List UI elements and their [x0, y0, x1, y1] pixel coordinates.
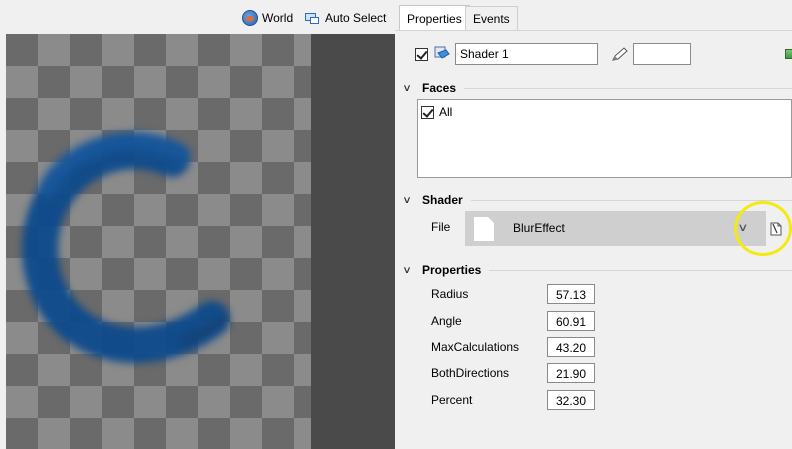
property-row-angle: Angle 60.91 [431, 311, 631, 331]
cube-icon [434, 46, 450, 59]
properties-panel: Properties Events ∨ Faces All ∨ Shader [395, 0, 792, 449]
property-label: Angle [431, 314, 462, 328]
face-all-label: All [439, 105, 453, 119]
material-header-row [415, 43, 792, 65]
viewport-toolbar: World Auto Select [0, 0, 395, 34]
shader-file-value: BlurEffect [513, 221, 565, 235]
properties-title: Properties [422, 263, 482, 277]
property-label: Radius [431, 287, 469, 301]
chevron-down-icon: ∨ [402, 82, 412, 94]
preview-icon[interactable] [785, 49, 792, 59]
property-value-input[interactable]: 57.13 [547, 284, 595, 304]
properties-section-header[interactable]: ∨ Properties [402, 262, 792, 278]
panel-tabs: Properties Events [395, 0, 792, 31]
property-row-maxcalculations: MaxCalculations 43.20 [431, 337, 631, 357]
chevron-down-icon: ∨ [402, 264, 412, 276]
faces-section-header[interactable]: ∨ Faces [402, 80, 792, 96]
auto-select-button[interactable]: Auto Select [305, 8, 386, 28]
document-icon [474, 217, 494, 241]
tab-events[interactable]: Events [465, 6, 518, 30]
file-label: File [431, 220, 451, 234]
shader-file-select[interactable]: BlurEffect ∨ [465, 211, 766, 246]
faces-title: Faces [422, 81, 457, 95]
scene-viewport[interactable] [6, 34, 395, 449]
tab-divider [395, 30, 792, 31]
material-name-input[interactable] [455, 43, 598, 65]
material-secondary-input[interactable] [633, 43, 691, 65]
pen-icon[interactable] [611, 46, 629, 62]
section-divider [464, 87, 792, 89]
tab-properties[interactable]: Properties [399, 5, 470, 31]
chevron-down-icon: ∨ [737, 222, 749, 234]
property-value-input[interactable]: 43.20 [547, 337, 595, 357]
property-value-input[interactable]: 60.91 [547, 311, 595, 331]
property-row-percent: Percent 32.30 [431, 390, 631, 410]
property-label: MaxCalculations [431, 340, 520, 354]
property-label: Percent [431, 393, 473, 407]
world-button[interactable]: World [242, 8, 293, 28]
chevron-down-icon: ∨ [402, 194, 412, 206]
faces-list: All [417, 99, 792, 178]
browse-file-icon[interactable] [768, 221, 784, 237]
auto-select-label: Auto Select [325, 11, 387, 25]
property-row-bothdirections: BothDirections 21.90 [431, 363, 631, 383]
property-row-radius: Radius 57.13 [431, 284, 631, 304]
property-label: BothDirections [431, 366, 510, 380]
section-divider [470, 199, 792, 201]
section-divider [489, 269, 792, 271]
shader-title: Shader [422, 193, 463, 207]
globe-icon [242, 10, 258, 26]
shader-section-header[interactable]: ∨ Shader [402, 192, 792, 208]
world-label: World [262, 11, 294, 25]
blurred-logo-image [22, 131, 230, 363]
property-value-input[interactable]: 32.30 [547, 390, 595, 410]
face-all-checkbox[interactable] [421, 105, 434, 119]
auto-select-icon [305, 11, 321, 25]
material-enabled-checkbox[interactable] [415, 48, 428, 61]
property-value-input[interactable]: 21.90 [547, 363, 595, 383]
list-item[interactable]: All [421, 105, 452, 119]
